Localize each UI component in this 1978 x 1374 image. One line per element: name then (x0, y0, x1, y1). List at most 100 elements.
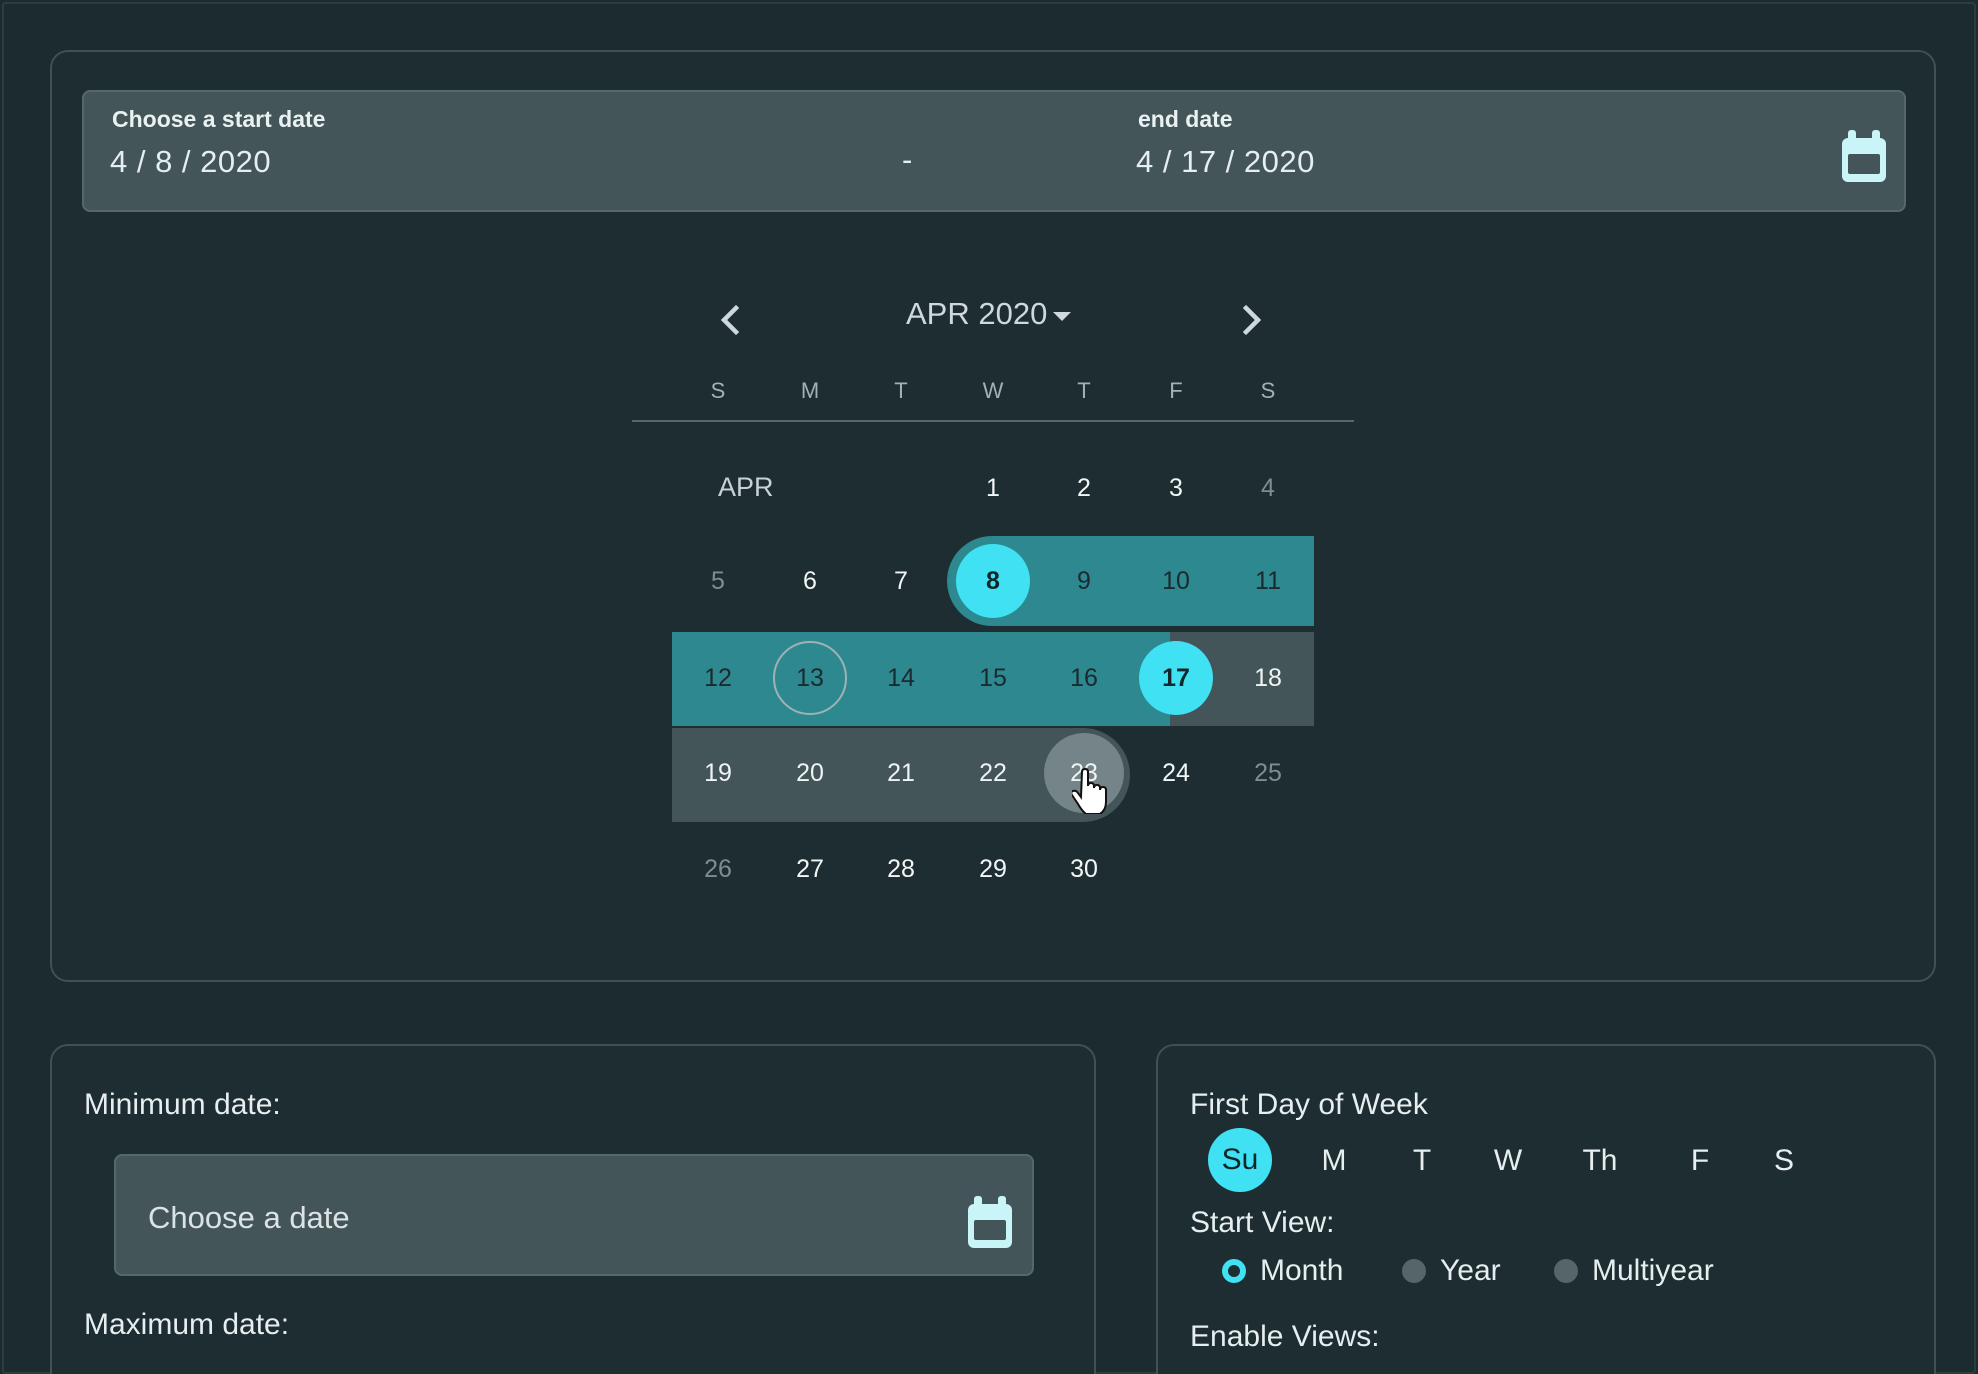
calendar-icon[interactable] (1842, 130, 1886, 182)
day-cell[interactable]: 7 (855, 535, 947, 627)
weekday-header: S (1260, 378, 1276, 403)
day-number: 13 (796, 663, 824, 692)
day-number: 12 (704, 663, 732, 692)
day-number: 10 (1162, 566, 1190, 595)
day-cell[interactable]: 29 (947, 823, 1039, 915)
min-date-label: Minimum date: (84, 1088, 281, 1121)
next-month-button[interactable] (1232, 300, 1272, 340)
radio-circle-icon (1402, 1259, 1426, 1283)
month-label: APR (718, 472, 774, 502)
day-cell[interactable]: 6 (764, 535, 856, 627)
first-day-option[interactable]: F (1668, 1130, 1732, 1192)
day-cell[interactable]: 24 (1130, 727, 1222, 819)
first-day-option[interactable]: T (1390, 1130, 1454, 1192)
day-number: 1 (986, 473, 1000, 502)
day-number: 14 (887, 663, 915, 692)
day-number: 24 (1162, 758, 1190, 787)
day-cell[interactable]: 4 (1222, 442, 1314, 534)
day-number: 8 (986, 566, 1000, 595)
weekday-header: T (1077, 378, 1091, 403)
period-label: APR 2020 (906, 296, 1048, 331)
day-number: 26 (704, 854, 732, 883)
day-cell[interactable]: 30 (1038, 823, 1130, 915)
max-date-label: Maximum date: (84, 1308, 290, 1341)
day-number: 16 (1070, 663, 1098, 692)
weekday-header: T (894, 378, 908, 403)
first-day-option[interactable]: M (1302, 1130, 1366, 1192)
day-cell[interactable]: 21 (855, 727, 947, 819)
day-cell[interactable]: 15 (947, 632, 1039, 724)
day-number: 25 (1254, 758, 1282, 787)
day-cell[interactable]: 1 (947, 442, 1039, 534)
first-day-option[interactable]: Su (1208, 1128, 1272, 1192)
day-cell[interactable]: 2 (1038, 442, 1130, 534)
day-number: 11 (1255, 566, 1281, 595)
day-cell[interactable]: 27 (764, 823, 856, 915)
day-cell[interactable]: 17 (1130, 632, 1222, 724)
day-cell[interactable]: 11 (1222, 535, 1314, 627)
start-date-label: Choose a start date (112, 106, 326, 132)
start-view-radio[interactable]: Year (1402, 1254, 1501, 1288)
chevron-right-icon (1242, 304, 1262, 336)
day-number: 29 (979, 854, 1007, 883)
day-cell[interactable]: 16 (1038, 632, 1130, 724)
first-day-option[interactable]: Th (1568, 1130, 1632, 1192)
day-number: 6 (803, 566, 817, 595)
end-date-input[interactable]: 4 / 17 / 2020 (1136, 144, 1315, 180)
day-number: 21 (887, 758, 915, 787)
hand-cursor-icon (1072, 768, 1107, 814)
first-day-label: First Day of Week (1190, 1088, 1428, 1121)
day-number: 7 (894, 566, 908, 595)
day-number: 2 (1077, 473, 1091, 502)
min-date-placeholder: Choose a date (148, 1200, 350, 1235)
min-date-input[interactable]: Choose a date (114, 1154, 1034, 1276)
day-number: 30 (1070, 854, 1098, 883)
start-view-radio[interactable]: Month (1222, 1254, 1343, 1288)
day-number: 20 (796, 758, 824, 787)
day-number: 28 (887, 854, 915, 883)
day-cell[interactable]: 13 (764, 632, 856, 724)
period-selector-button[interactable]: APR 2020 (906, 296, 1072, 332)
day-cell[interactable]: 19 (672, 727, 764, 819)
date-range-input[interactable]: Choose a start date 4 / 8 / 2020 - end d… (82, 90, 1906, 212)
day-cell[interactable]: 3 (1130, 442, 1222, 534)
radio-label: Multiyear (1592, 1254, 1714, 1287)
day-cell[interactable]: 5 (672, 535, 764, 627)
chevron-left-icon (720, 304, 740, 336)
day-number: 22 (979, 758, 1007, 787)
previous-month-button[interactable] (710, 300, 750, 340)
radio-label: Month (1260, 1254, 1344, 1287)
weekday-header: S (710, 378, 726, 403)
weekday-header: M (800, 378, 820, 403)
start-view-label: Start View: (1190, 1206, 1335, 1239)
day-cell[interactable]: 26 (672, 823, 764, 915)
day-cell[interactable]: 25 (1222, 727, 1314, 819)
day-cell[interactable]: 14 (855, 632, 947, 724)
day-cell[interactable]: 18 (1222, 632, 1314, 724)
first-day-option[interactable]: S (1752, 1130, 1816, 1192)
day-number: 27 (796, 854, 824, 883)
range-separator: - (902, 142, 913, 177)
day-number: 3 (1169, 473, 1183, 502)
day-number: 9 (1077, 566, 1091, 595)
weekday-header: W (982, 378, 1004, 403)
caret-down-icon (1053, 311, 1072, 321)
day-cell[interactable]: 10 (1130, 535, 1222, 627)
day-cell[interactable]: 12 (672, 632, 764, 724)
day-cell[interactable]: 8 (947, 535, 1039, 627)
day-cell[interactable]: 28 (855, 823, 947, 915)
end-date-label: end date (1138, 106, 1233, 132)
radio-label: Year (1440, 1254, 1501, 1287)
calendar-icon[interactable] (968, 1196, 1012, 1248)
day-number: 4 (1261, 473, 1275, 502)
day-number: 18 (1254, 663, 1282, 692)
weekday-header: F (1169, 378, 1183, 403)
first-day-option[interactable]: W (1476, 1130, 1540, 1192)
day-cell[interactable]: 22 (947, 727, 1039, 819)
day-number: 19 (704, 758, 732, 787)
start-date-input[interactable]: 4 / 8 / 2020 (110, 144, 271, 180)
day-cell[interactable]: 9 (1038, 535, 1130, 627)
day-cell[interactable]: 20 (764, 727, 856, 819)
day-number: 5 (711, 566, 725, 595)
start-view-radio[interactable]: Multiyear (1554, 1254, 1714, 1288)
